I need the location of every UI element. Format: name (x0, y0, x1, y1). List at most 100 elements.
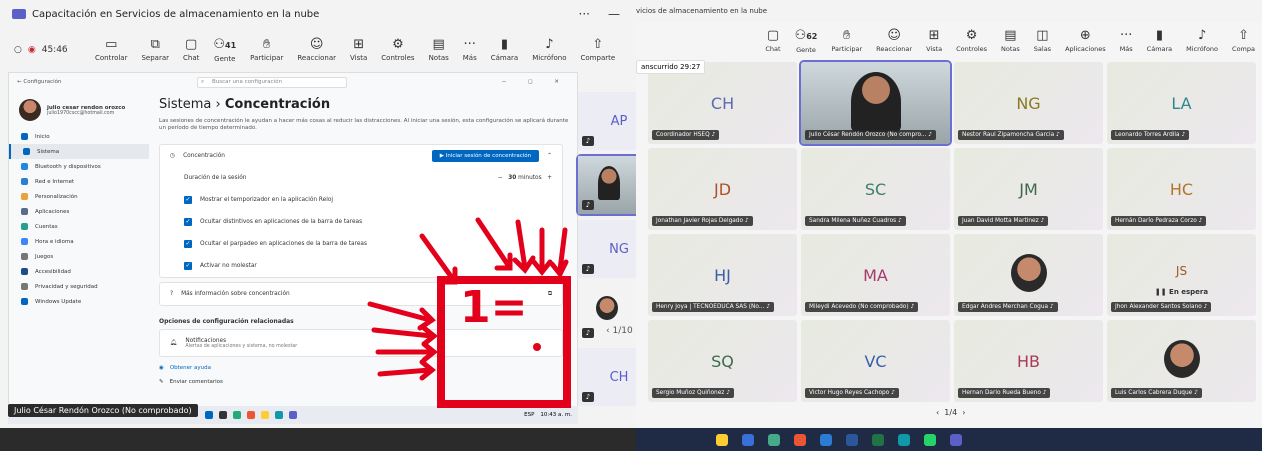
outlook-icon[interactable] (820, 433, 832, 446)
participant-tile[interactable]: Edgar Andres Merchan Cogua ♪ (954, 234, 1103, 316)
participant-tile[interactable]: JM Juan David Motta Martinez ♪ (954, 148, 1103, 230)
toolbar-notes-button[interactable]: ▤ Notas (1001, 29, 1020, 53)
files-icon[interactable] (768, 433, 780, 446)
taskview-icon[interactable] (742, 433, 754, 446)
excel-icon[interactable] (872, 433, 884, 446)
chrome-icon[interactable] (794, 433, 806, 446)
sidebar-item-10[interactable]: Privacidad y seguridad (9, 279, 149, 294)
participant-tile[interactable]: JD Jonathan Javier Rojas Delgado ♪ (648, 148, 797, 230)
teams-taskbar-icon[interactable] (950, 433, 962, 446)
sidebar-item-0[interactable]: Inicio (9, 129, 149, 144)
whatsapp-icon[interactable] (924, 433, 936, 446)
sidebar-item-11[interactable]: Windows Update (9, 294, 149, 309)
focus-row[interactable]: ◷ Concentración ▶ Iniciar sesión de conce… (160, 145, 562, 167)
mic-off-icon: ♪ (1049, 304, 1054, 310)
minimize-icon[interactable]: — (608, 7, 620, 21)
nav-icon (21, 298, 28, 305)
sidebar-item-3[interactable]: Red e Internet (9, 174, 149, 189)
checkbox-checked-icon[interactable]: ✓ (184, 262, 192, 270)
toolbar-view-button[interactable]: ⊞ Vista (350, 38, 367, 62)
participant-thumb[interactable]: ♪ (576, 154, 636, 216)
settings-search-input[interactable]: ⌕ Buscar una configuración (197, 77, 347, 88)
toolbar-control-button[interactable]: ▭ Controlar (95, 38, 127, 62)
app-icon[interactable] (233, 411, 241, 419)
settings-window-controls[interactable]: − ◻ ✕ (502, 79, 569, 85)
toolbar-raise-hand-button[interactable]: ✋︎ Participar (831, 29, 862, 53)
duration-row: Duración de la sesión − 30 minutos + (160, 167, 562, 189)
sidebar-item-7[interactable]: Hora e idioma (9, 234, 149, 249)
participant-tile[interactable]: HB Hernan Dario Rueda Bueno ♪ (954, 320, 1103, 402)
toolbar-mic-button[interactable]: ♪ Micrófono (1186, 29, 1218, 53)
toolbar-react-button[interactable]: ☺ Reaccionar (876, 29, 912, 53)
toolbar-share-button[interactable]: ⇧ Compa (1232, 29, 1255, 53)
sidebar-item-2[interactable]: Bluetooth y dispositivos (9, 159, 149, 174)
more-window-icon[interactable]: ··· (579, 7, 590, 21)
participant-tile[interactable]: VC Victor Hugo Reyes Cachopo ♪ (801, 320, 950, 402)
toolbar-people-button[interactable]: ⚇62 Gente (795, 29, 818, 54)
teams-taskbar-icon[interactable] (289, 411, 297, 419)
toolbar-controls-button[interactable]: ⚙ Controles (381, 38, 414, 62)
toolbar-raise-hand-button[interactable]: ✋︎ Participar (250, 38, 283, 62)
participant-tile[interactable]: SQ Sergio Muñoz Quiñonez ♪ (648, 320, 797, 402)
participant-tile[interactable]: Luis Carlos Cabrera Duque ♪ (1107, 320, 1256, 402)
toolbar-apps-button[interactable]: ⊕ Aplicaciones (1065, 29, 1106, 53)
participant-tile[interactable]: JS ❚❚ En espera Jhon Alexander Santos Sola… (1107, 234, 1256, 316)
focus-option[interactable]: ✓ Mostrar el temporizador en la aplicació… (160, 189, 562, 211)
participant-tile[interactable]: HJ Henry Joya | TECNOEDUCA SAS (No... ♪ (648, 234, 797, 316)
toolbar-people-button[interactable]: ⚇41 Gente (213, 38, 236, 63)
sidebar-item-6[interactable]: Cuentas (9, 219, 149, 234)
sidebar-item-1[interactable]: Sistema (9, 144, 149, 159)
breadcrumb-parent[interactable]: Sistema (159, 97, 211, 112)
checkbox-checked-icon[interactable]: ✓ (184, 218, 192, 226)
folder-icon[interactable] (261, 411, 269, 419)
toolbar-chat-button[interactable]: ▢ Chat (183, 38, 199, 62)
start-focus-button[interactable]: ▶ Iniciar sesión de concentración (431, 150, 540, 162)
checkbox-checked-icon[interactable]: ✓ (184, 240, 192, 248)
chevron-up-icon[interactable]: ⌃ (547, 153, 552, 159)
duration-stepper[interactable]: − 30 minutos + (498, 175, 552, 181)
toolbar-undock-button[interactable]: ⧉ Separar (141, 38, 169, 62)
participant-tile[interactable]: CH Coordinador HSEQ ♪ (648, 62, 797, 144)
toolbar-more-button[interactable]: ··· Más (463, 38, 477, 62)
participant-name: Juan David Motta Martinez ♪ (958, 216, 1049, 226)
strip-pager[interactable]: ‹ 1/10 (606, 326, 633, 336)
participant-tile[interactable]: MA Mileydi Acevedo (No comprobado) ♪ (801, 234, 950, 316)
toolbar-view-button[interactable]: ⊞ Vista (926, 29, 942, 53)
controls-icon: ⚙ (392, 37, 404, 52)
toolbar-controls-button[interactable]: ⚙ Controles (956, 29, 987, 53)
checkbox-checked-icon[interactable]: ✓ (184, 196, 192, 204)
language-indicator[interactable]: ESP (524, 412, 534, 418)
participant-thumb[interactable]: CH ♪ (578, 348, 636, 406)
participant-tile[interactable]: LA Leonardo Torres Ardila ♪ (1107, 62, 1256, 144)
sidebar-item-9[interactable]: Accesibilidad (9, 264, 149, 279)
window-title: Capacitación en Servicios de almacenamie… (32, 8, 320, 20)
user-profile[interactable]: julio cesar rendon orozco julio1970cscc@… (9, 91, 149, 129)
toolbar-camera-button[interactable]: ▮ Cámara (1147, 29, 1173, 53)
taskview-icon[interactable] (219, 411, 227, 419)
sidebar-item-4[interactable]: Personalización (9, 189, 149, 204)
participant-tile[interactable]: HC Hernán Darío Pedraza Corzo ♪ (1107, 148, 1256, 230)
toolbar-mic-button[interactable]: ♪ Micrófono (532, 38, 566, 62)
sidebar-item-5[interactable]: Aplicaciones (9, 204, 149, 219)
edge-icon[interactable] (275, 411, 283, 419)
chrome-icon[interactable] (247, 411, 255, 419)
participant-initials: NG (609, 241, 629, 257)
grid-pager[interactable]: ‹ 1/4 › (936, 408, 965, 417)
participant-thumb[interactable]: NG ♪ (578, 220, 636, 278)
widgets-icon[interactable] (716, 433, 728, 446)
participant-tile[interactable]: NG Nestor Raul Zipamoncha Garcia ♪ (954, 62, 1103, 144)
toolbar-camera-button[interactable]: ▮ Cámara (491, 38, 518, 62)
edge-icon[interactable] (898, 433, 910, 446)
participant-tile[interactable]: SC Sandra Milena Nuñez Cuadros ♪ (801, 148, 950, 230)
toolbar-react-button[interactable]: ☺ Reaccionar (297, 38, 336, 62)
participant-thumb[interactable]: AP ♪ (578, 92, 636, 150)
toolbar-notes-button[interactable]: ▤ Notas (429, 38, 449, 62)
toolbar-share-button[interactable]: ⇧ Comparte (581, 38, 616, 62)
toolbar-chat-button[interactable]: ▢ Chat (765, 29, 780, 53)
toolbar-more-button[interactable]: ··· Más (1120, 29, 1133, 53)
sidebar-item-8[interactable]: Juegos (9, 249, 149, 264)
word-icon[interactable] (846, 433, 858, 446)
start-icon[interactable] (205, 411, 213, 419)
toolbar-rooms-button[interactable]: ◫ Salas (1034, 29, 1051, 53)
participant-tile[interactable]: Julio César Rendón Orozco (No compro... … (799, 60, 952, 146)
